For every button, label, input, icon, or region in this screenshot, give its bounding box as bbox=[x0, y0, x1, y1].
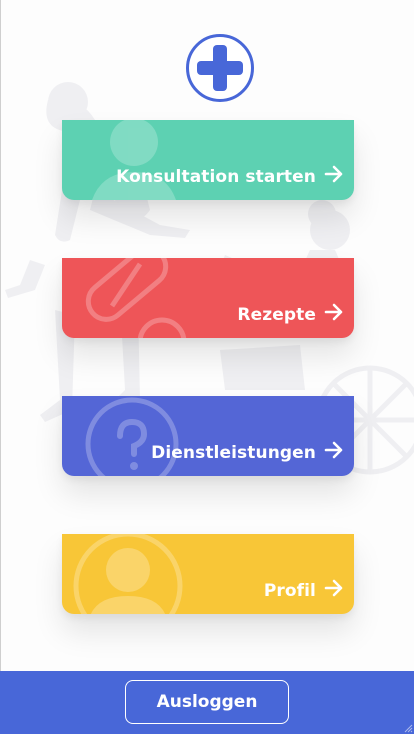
consultation-card[interactable]: Konsultation starten bbox=[62, 120, 354, 200]
footer-bar: Ausloggen bbox=[0, 671, 414, 734]
doctor-icon bbox=[92, 120, 176, 200]
arrow-right-icon bbox=[324, 579, 343, 597]
logout-button[interactable]: Ausloggen bbox=[125, 680, 289, 724]
services-card[interactable]: Dienstleistungen bbox=[62, 396, 354, 476]
pill-icon bbox=[85, 258, 187, 338]
services-label: Dienstleistungen bbox=[151, 443, 316, 463]
arrow-right-icon bbox=[324, 441, 343, 459]
user-icon bbox=[73, 534, 183, 614]
medical-cross-icon bbox=[186, 34, 254, 102]
profile-card[interactable]: Profil bbox=[62, 534, 354, 614]
prescriptions-label: Rezepte bbox=[237, 305, 316, 325]
consultation-label: Konsultation starten bbox=[116, 167, 316, 187]
question-icon bbox=[85, 397, 179, 476]
arrow-right-icon bbox=[324, 165, 343, 183]
home-screen: Konsultation starten Rezepte Dienstleist… bbox=[0, 0, 414, 734]
arrow-right-icon bbox=[324, 303, 343, 321]
prescriptions-card[interactable]: Rezepte bbox=[62, 258, 354, 338]
profile-label: Profil bbox=[263, 581, 316, 601]
resize-grip-icon[interactable] bbox=[403, 723, 413, 733]
